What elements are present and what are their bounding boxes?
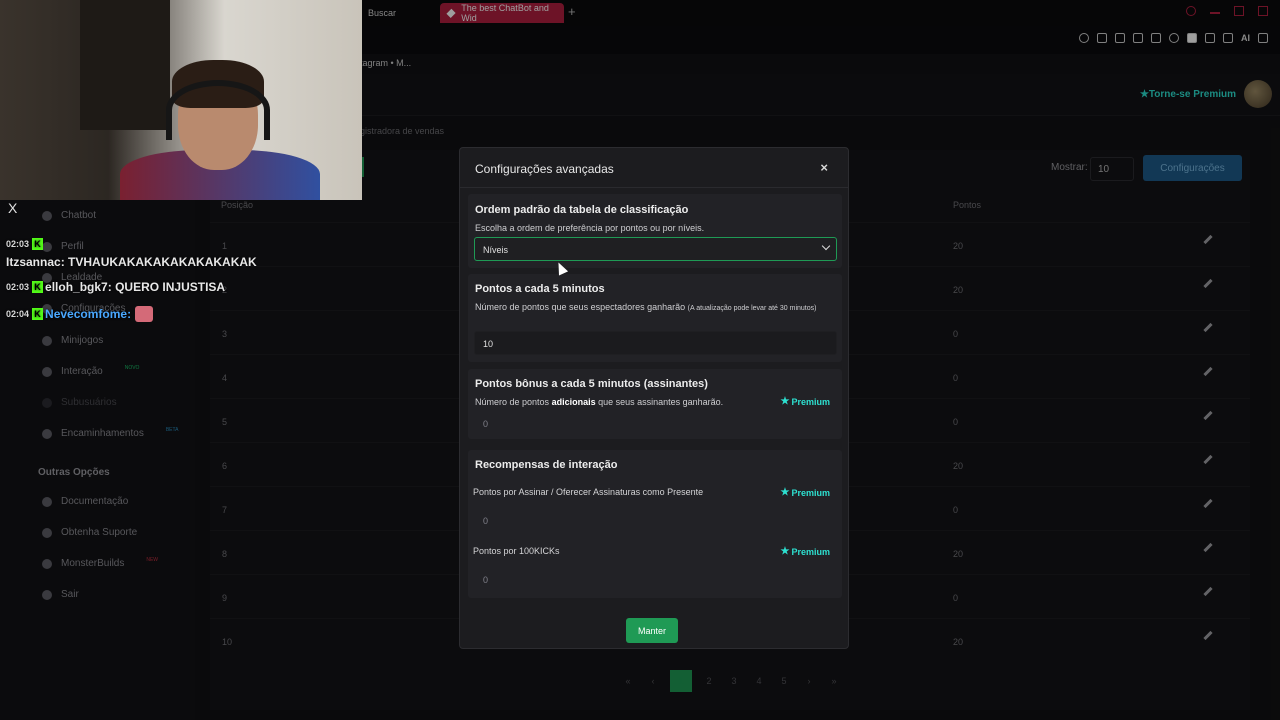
points-card: Pontos a cada 5 minutos Número de pontos… bbox=[468, 274, 842, 362]
chat-separator: : bbox=[60, 255, 69, 269]
star-icon: ★ bbox=[780, 487, 790, 498]
kick-icon: K bbox=[32, 281, 44, 293]
divider bbox=[460, 187, 848, 188]
emote-icon bbox=[135, 306, 154, 322]
chat-time: 02:04 bbox=[6, 309, 30, 319]
chat-time: 02:03 bbox=[6, 282, 30, 292]
star-icon: ★ bbox=[780, 546, 790, 557]
premium-label: Premium bbox=[791, 546, 830, 557]
webcam-overlay bbox=[0, 0, 362, 200]
rewards-card: Recompensas de interação Pontos por Assi… bbox=[468, 450, 842, 598]
headset-icon bbox=[166, 80, 270, 140]
chat-line: 02:03 Kelloh_bgk7: QUERO INJUSTISA bbox=[6, 280, 225, 294]
premium-badge: ★ Premium bbox=[781, 546, 830, 557]
order-description: Escolha a ordem de preferência por ponto… bbox=[475, 223, 705, 233]
chat-line: 02:04 K Nevecomfome: bbox=[6, 306, 154, 322]
sub-points-label: Pontos por Assinar / Oferecer Assinatura… bbox=[473, 487, 704, 497]
premium-badge: ★ Premium bbox=[781, 396, 830, 407]
save-button[interactable]: Manter bbox=[626, 618, 678, 643]
chat-line: Itzsannac: TVHAUKAKAKAKAKAKAKAKAK bbox=[6, 255, 257, 269]
points-description: Número de pontos que seus espectadores g… bbox=[475, 300, 825, 316]
close-icon[interactable]: X bbox=[8, 200, 17, 216]
chat-time: 02:03 bbox=[6, 239, 30, 249]
premium-label: Premium bbox=[791, 396, 830, 407]
kicks-points-input[interactable]: 0 bbox=[474, 567, 837, 591]
rewards-heading: Recompensas de interação bbox=[475, 459, 618, 471]
order-card: Ordem padrão da tabela de classificação … bbox=[468, 194, 842, 268]
chat-message: QUERO INJUSTISA bbox=[115, 280, 226, 294]
page: Buscar The best ChatBot and Wid + AI tag… bbox=[0, 0, 1280, 720]
premium-badge: ★ Premium bbox=[781, 487, 830, 498]
points-heading: Pontos a cada 5 minutos bbox=[475, 283, 605, 295]
premium-label: Premium bbox=[791, 487, 830, 498]
bonus-card: Pontos bônus a cada 5 minutos (assinante… bbox=[468, 369, 842, 439]
chat-separator: : bbox=[107, 280, 116, 294]
order-select-value: Níveis bbox=[483, 245, 509, 255]
sub-points-input[interactable]: 0 bbox=[474, 508, 837, 532]
star-icon: ★ bbox=[780, 396, 790, 407]
bonus-desc-pre: Número de pontos bbox=[475, 397, 550, 407]
advanced-settings-modal: Configurações avançadas × Ordem padrão d… bbox=[459, 147, 849, 649]
webcam-shelf bbox=[80, 0, 170, 130]
points-input[interactable]: 10 bbox=[474, 331, 837, 355]
order-select[interactable]: Níveis bbox=[474, 237, 837, 261]
chat-message: TVHAUKAKAKAKAKAKAKAKAK bbox=[68, 255, 257, 269]
kick-icon: K bbox=[32, 238, 44, 250]
bonus-heading: Pontos bônus a cada 5 minutos (assinante… bbox=[475, 378, 708, 390]
chevron-down-icon bbox=[821, 241, 831, 251]
bonus-input[interactable]: 0 bbox=[474, 411, 837, 435]
chat-line: 02:03 K bbox=[6, 238, 45, 250]
kick-icon: K bbox=[32, 308, 44, 320]
points-note: (A atualização pode levar até 30 minutos… bbox=[687, 305, 817, 312]
modal-close-button[interactable]: × bbox=[820, 160, 828, 175]
order-heading: Ordem padrão da tabela de classificação bbox=[475, 204, 689, 216]
bonus-description: Número de pontos adicionais que seus ass… bbox=[475, 395, 723, 409]
chat-user: Itzsannac bbox=[6, 255, 61, 269]
chat-separator: : bbox=[127, 307, 132, 321]
points-description-text: Número de pontos que seus espectadores g… bbox=[475, 302, 686, 312]
bonus-desc-post: que seus assinantes ganharão. bbox=[598, 397, 724, 407]
modal-title: Configurações avançadas bbox=[475, 162, 614, 176]
bonus-desc-bold: adicionais bbox=[551, 397, 596, 407]
chat-user: Nevecomfome bbox=[45, 307, 128, 321]
kicks-points-label: Pontos por 100KICKs bbox=[473, 546, 560, 556]
chat-user: elloh_bgk7 bbox=[45, 280, 108, 294]
